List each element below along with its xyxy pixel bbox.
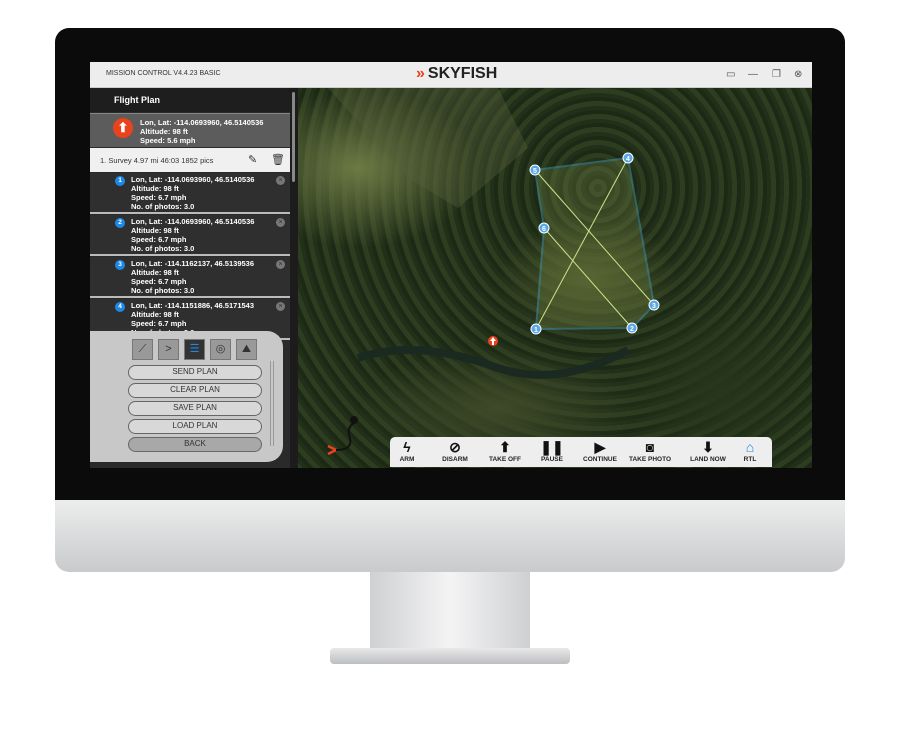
take-off-button[interactable]: ⬆ TAKE OFF — [483, 439, 527, 463]
monitor-stand — [370, 572, 530, 652]
remove-waypoint-icon[interactable]: × — [276, 260, 285, 269]
remove-waypoint-icon[interactable]: × — [276, 218, 285, 227]
svg-text:2: 2 — [630, 326, 634, 333]
maximize-button[interactable]: ❐ — [772, 69, 781, 80]
waypoint-badge: 3 — [115, 260, 125, 270]
route-logo-icon — [327, 416, 358, 456]
river — [356, 346, 630, 379]
polyline-tool-icon[interactable]: ⟋ — [132, 339, 153, 360]
map-waypoint-6[interactable]: 6 — [538, 222, 550, 234]
svg-text:1: 1 — [534, 327, 538, 334]
home-point-row[interactable]: ⬆ Lon, Lat: -114.0693960, 46.5140536 Alt… — [90, 113, 290, 147]
send-plan-button[interactable]: SEND PLAN — [128, 365, 262, 380]
survey-summary: 1. Survey 4.97 mi 46:03 1852 pics — [100, 156, 214, 165]
brand-logo: » SKYFISH — [416, 65, 498, 82]
remove-waypoint-icon[interactable]: × — [276, 302, 285, 311]
arm-button[interactable]: ϟ ARM — [385, 439, 429, 463]
branch-tool-icon[interactable]: > — [158, 339, 179, 360]
wp-altitude: Altitude: 98 ft — [131, 184, 179, 193]
map-waypoint-4[interactable]: 4 — [622, 152, 634, 164]
rtl-button[interactable]: ⌂ RTL — [728, 439, 772, 463]
skyfish-logo-icon: » — [416, 65, 425, 82]
save-plan-button[interactable]: SAVE PLAN — [128, 401, 262, 416]
monitor-base — [330, 648, 570, 664]
wp-photos: No. of photos: 3.0 — [131, 286, 195, 295]
plan-tools-panel: ⟋ > ☰ ◎ ⛰ SEND PLAN CLEAR PLAN SAVE PLAN… — [90, 331, 283, 462]
svg-text:4: 4 — [626, 156, 630, 163]
waypoint-badge: 1 — [115, 176, 125, 186]
waypoint-badge: 2 — [115, 218, 125, 228]
sidebar-title: Flight Plan — [90, 88, 290, 112]
edit-icon[interactable]: ✎ — [248, 153, 257, 166]
remove-waypoint-icon[interactable]: × — [276, 176, 285, 185]
clearing — [328, 88, 528, 208]
back-button[interactable]: BACK — [128, 437, 262, 452]
mission-overlay: 1 2 3 4 5 6 — [327, 88, 660, 456]
wp-coords: Lon, Lat: -114.0693960, 46.5140536 — [131, 175, 255, 184]
wp-photos: No. of photos: 3.0 — [131, 202, 195, 211]
svg-text:3: 3 — [652, 303, 656, 310]
home-speed: Speed: 5.6 mph — [140, 136, 196, 145]
terrain-tool-icon[interactable]: ⛰ — [236, 339, 257, 360]
wp-speed: Speed: 6.7 mph — [131, 319, 187, 328]
pause-button[interactable]: ❚❚ PAUSE — [530, 439, 574, 463]
wp-coords: Lon, Lat: -114.0693960, 46.5140536 — [131, 217, 255, 226]
wp-altitude: Altitude: 98 ft — [131, 268, 179, 277]
monitor-chin — [55, 500, 845, 572]
waypoint-row[interactable]: 3 Lon, Lat: -114.1162137, 46.5139536 Alti… — [90, 257, 290, 298]
wp-speed: Speed: 6.7 mph — [131, 193, 187, 202]
note-icon[interactable]: ▭ — [726, 69, 735, 80]
panel-scrollbar[interactable] — [270, 361, 274, 446]
close-button[interactable]: ⊗ — [794, 69, 802, 80]
survey-polygon — [533, 156, 656, 331]
wp-altitude: Altitude: 98 ft — [131, 310, 179, 319]
waypoint-badge: 4 — [115, 302, 125, 312]
app-title: MISSION CONTROL V4.4.23 BASIC — [106, 70, 221, 77]
svg-text:6: 6 — [542, 226, 546, 233]
flight-plan-sidebar: Flight Plan ⬆ Lon, Lat: -114.0693960, 46… — [90, 88, 290, 468]
continue-button[interactable]: ▶ CONTINUE — [578, 439, 622, 463]
wp-altitude: Altitude: 98 ft — [131, 226, 179, 235]
pause-icon: ❚❚ — [540, 439, 564, 455]
satellite-map[interactable]: 1 2 3 4 5 6 ϟ ARM ⊘ DISARM ⬆ TAKE OFF ❚❚ PAU… — [298, 88, 812, 468]
wp-coords: Lon, Lat: -114.1162137, 46.5139536 — [131, 259, 254, 268]
arrow-down-icon: ⬇ — [702, 439, 714, 455]
take-photo-button[interactable]: ◙ TAKE PHOTO — [626, 439, 674, 463]
wp-speed: Speed: 6.7 mph — [131, 277, 187, 286]
flight-control-toolbar: ϟ ARM ⊘ DISARM ⬆ TAKE OFF ❚❚ PAUSE ▶ CONTINUE… — [390, 437, 772, 467]
disarm-button[interactable]: ⊘ DISARM — [433, 439, 477, 463]
home-coords: Lon, Lat: -114.0693960, 46.5140536 — [140, 118, 264, 127]
title-bar: MISSION CONTROL V4.4.23 BASIC » SKYFISH ▭… — [90, 62, 812, 88]
map-waypoint-3[interactable]: 3 — [648, 299, 660, 311]
home-altitude: Altitude: 98 ft — [140, 127, 188, 136]
wp-speed: Speed: 6.7 mph — [131, 235, 187, 244]
survey-grid-tool-icon[interactable]: ☰ — [184, 339, 205, 360]
load-plan-button[interactable]: LOAD PLAN — [128, 419, 262, 434]
map-waypoint-1[interactable]: 1 — [530, 323, 542, 335]
wp-photos: No. of photos: 3.0 — [131, 244, 195, 253]
sidebar-scroll-thumb[interactable] — [292, 92, 295, 182]
trash-icon[interactable]: 🗑 — [271, 153, 285, 166]
home-marker-icon[interactable] — [488, 336, 498, 346]
map-waypoint-2[interactable]: 2 — [626, 322, 638, 334]
wp-coords: Lon, Lat: -114.1151886, 46.5171543 — [131, 301, 254, 310]
lightning-icon: ϟ — [403, 439, 411, 455]
arrow-up-icon: ⬆ — [499, 439, 511, 455]
orbit-tool-icon[interactable]: ◎ — [210, 339, 231, 360]
disarm-icon: ⊘ — [449, 439, 461, 455]
map-waypoint-5[interactable]: 5 — [529, 164, 541, 176]
waypoint-row[interactable]: 1 Lon, Lat: -114.0693960, 46.5140536 Alti… — [90, 173, 290, 214]
camera-icon: ◙ — [645, 439, 655, 455]
clear-plan-button[interactable]: CLEAR PLAN — [128, 383, 262, 398]
app-window: MISSION CONTROL V4.4.23 BASIC » SKYFISH ▭… — [90, 62, 812, 468]
svg-text:5: 5 — [533, 168, 537, 175]
land-now-button[interactable]: ⬇ LAND NOW — [686, 439, 730, 463]
waypoint-row[interactable]: 2 Lon, Lat: -114.0693960, 46.5140536 Alti… — [90, 215, 290, 256]
play-icon: ▶ — [594, 439, 606, 455]
survey-row[interactable]: 1. Survey 4.97 mi 46:03 1852 pics ✎ 🗑 — [90, 148, 290, 172]
home-icon: ⌂ — [745, 439, 755, 455]
minimize-button[interactable]: — — [748, 69, 758, 80]
home-arrow-icon: ⬆ — [113, 118, 133, 138]
